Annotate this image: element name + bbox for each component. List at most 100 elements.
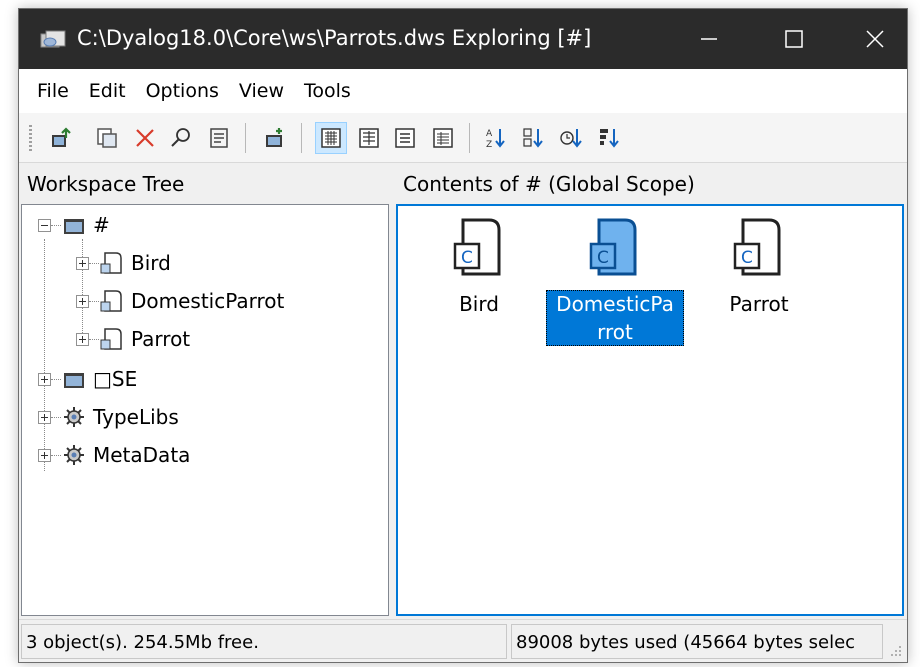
maximize-icon <box>785 30 803 48</box>
resize-grip-icon[interactable] <box>887 642 903 658</box>
expand-toggle[interactable] <box>76 332 89 346</box>
delete-icon <box>136 129 154 147</box>
tree-label-typelibs: TypeLibs <box>93 405 179 429</box>
sort-by-size-button[interactable] <box>593 122 625 154</box>
copy-namespace-button[interactable] <box>91 122 123 154</box>
svg-text:C: C <box>461 248 473 268</box>
menu-file[interactable]: File <box>27 80 79 102</box>
namespace-icon <box>64 373 84 388</box>
tree-connector <box>89 300 99 302</box>
class-icon <box>100 328 122 350</box>
svg-text:Z: Z <box>486 140 492 150</box>
close-icon <box>866 30 884 48</box>
class-icon <box>100 290 122 312</box>
minimize-icon <box>701 38 717 40</box>
tree-label-root: # <box>93 213 110 237</box>
new-namespace-icon <box>266 128 282 147</box>
details-view-icon <box>433 128 453 148</box>
object-item-bird[interactable]: C Bird <box>410 218 548 318</box>
properties-button[interactable] <box>203 122 235 154</box>
object-label: DomesticPa rrot <box>546 290 684 346</box>
pane-splitter[interactable] <box>389 164 396 616</box>
maximize-button[interactable] <box>764 9 824 69</box>
toolbar-separator <box>301 123 302 153</box>
small-icons-view-icon <box>359 128 379 148</box>
list-view-icon <box>395 128 415 148</box>
tree-node-parrot[interactable]: Parrot <box>76 321 190 357</box>
new-namespace-button[interactable] <box>259 122 291 154</box>
minimize-button[interactable] <box>679 9 739 69</box>
menu-tools[interactable]: Tools <box>294 80 361 102</box>
svg-text:A: A <box>486 129 493 139</box>
tree-node-se[interactable]: □SE <box>38 361 137 397</box>
toolbar-separator <box>245 123 246 153</box>
expand-toggle[interactable] <box>38 448 51 462</box>
svg-text:C: C <box>741 248 753 268</box>
properties-icon <box>210 128 228 148</box>
toolbar-grip[interactable] <box>29 125 32 151</box>
sort-by-date-icon <box>560 129 582 148</box>
small-icons-view-button[interactable] <box>353 122 385 154</box>
sort-by-date-button[interactable] <box>555 122 587 154</box>
copy-namespace-icon <box>97 128 117 148</box>
details-view-button[interactable] <box>427 122 459 154</box>
sort-by-type-button[interactable] <box>517 122 549 154</box>
tree-node-metadata[interactable]: MetaData <box>38 437 190 473</box>
expand-toggle[interactable] <box>38 372 51 386</box>
sort-by-name-icon: A Z <box>486 129 505 150</box>
list-view-button[interactable] <box>389 122 421 154</box>
workspace-tree[interactable]: # Bird DomesticParrot Parrot □SE TypeLib… <box>21 204 389 616</box>
window-title: C:\Dyalog18.0\Core\ws\Parrots.dws Explor… <box>77 26 592 50</box>
workspace-tree-header: Workspace Tree <box>19 164 385 204</box>
title-bar[interactable]: C:\Dyalog18.0\Core\ws\Parrots.dws Explor… <box>19 9 907 69</box>
class-icon <box>100 252 122 274</box>
large-icons-view-icon <box>321 128 341 148</box>
collapse-toggle[interactable] <box>38 218 51 232</box>
tree-node-domesticparrot[interactable]: DomesticParrot <box>76 283 284 319</box>
expand-toggle[interactable] <box>76 294 89 308</box>
up-level-button[interactable] <box>45 122 77 154</box>
class-icon: C <box>453 218 501 276</box>
expand-toggle[interactable] <box>76 256 89 270</box>
sort-by-type-icon <box>523 128 543 148</box>
tree-node-typelibs[interactable]: TypeLibs <box>38 399 179 435</box>
sort-by-size-icon <box>600 129 619 148</box>
contents-list[interactable]: C Bird C DomesticPa rrot C Parrot <box>396 204 904 616</box>
object-label: Bird <box>410 290 548 318</box>
tree-connector <box>89 262 99 264</box>
tree-label-metadata: MetaData <box>93 443 191 467</box>
object-label-line1: Bird <box>459 292 499 316</box>
toolbar: A Z <box>19 113 907 163</box>
svg-text:C: C <box>597 248 609 268</box>
find-icon <box>171 128 190 147</box>
gear-icon <box>64 445 84 465</box>
explorer-window: C:\Dyalog18.0\Core\ws\Parrots.dws Explor… <box>18 8 908 663</box>
delete-button[interactable] <box>129 122 161 154</box>
object-item-domesticparrot[interactable]: C DomesticPa rrot <box>546 218 684 346</box>
tree-node-bird[interactable]: Bird <box>76 245 171 281</box>
sort-by-name-button[interactable]: A Z <box>479 122 511 154</box>
class-icon: C <box>733 218 781 276</box>
menu-edit[interactable]: Edit <box>79 80 136 102</box>
object-item-parrot[interactable]: C Parrot <box>690 218 828 318</box>
contents-header: Contents of # (Global Scope) <box>395 164 907 204</box>
status-bytes-used: 89008 bytes used (45664 bytes selec <box>511 624 883 659</box>
expand-toggle[interactable] <box>38 410 51 424</box>
tree-connector <box>51 454 61 456</box>
up-level-icon <box>52 127 71 147</box>
status-object-count: 3 object(s). 254.5Mb free. <box>21 624 507 659</box>
object-label-line1: DomesticPa <box>556 292 674 316</box>
large-icons-view-button[interactable] <box>315 122 347 154</box>
tree-connector <box>51 378 61 380</box>
tree-label-bird: Bird <box>131 251 171 275</box>
close-button[interactable] <box>845 9 905 69</box>
tree-label-se: □SE <box>93 367 138 391</box>
tree-node-root[interactable]: # <box>38 207 110 243</box>
menu-view[interactable]: View <box>229 80 294 102</box>
class-icon: C <box>589 218 637 276</box>
menu-options[interactable]: Options <box>136 80 229 102</box>
tree-label-domesticparrot: DomesticParrot <box>131 289 285 313</box>
gear-icon <box>64 407 84 427</box>
find-button[interactable] <box>165 122 197 154</box>
tree-label-parrot: Parrot <box>131 327 191 351</box>
